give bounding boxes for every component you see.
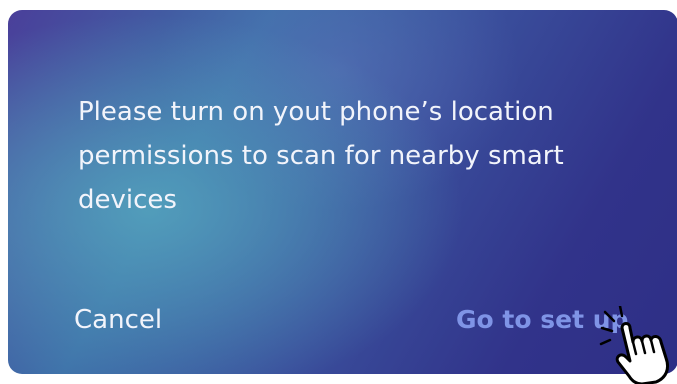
- dialog-message: Please turn on yout phone’s location per…: [78, 97, 564, 215]
- location-permission-dialog: Please turn on yout phone’s location per…: [8, 10, 677, 374]
- hand-pointer-icon: [599, 306, 670, 384]
- cancel-button[interactable]: Cancel: [74, 300, 162, 340]
